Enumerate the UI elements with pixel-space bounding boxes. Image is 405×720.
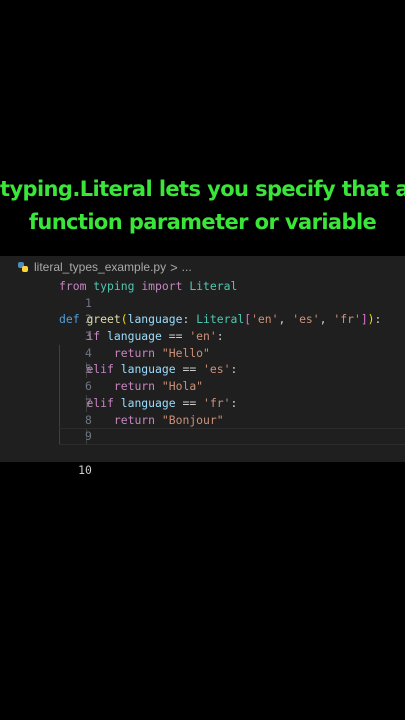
code-line: 1 from typing import Literal	[0, 278, 405, 310]
code-line: 4 if language == 'en':	[0, 328, 405, 360]
code-area[interactable]: 1 from typing import Literal 2 3 def gre…	[0, 278, 405, 477]
breadcrumb-file[interactable]: literal_types_example.py	[34, 260, 166, 274]
code-line: 6 elif language == 'es':	[0, 361, 405, 393]
caption-overlay: typing.Literal lets you specify that a f…	[0, 173, 405, 239]
python-file-icon	[18, 262, 28, 272]
code-line: 3 def greet(language: Literal['en', 'es'…	[0, 311, 405, 343]
code-line-current[interactable]: 10	[0, 428, 405, 477]
code-line: 8 elif language == 'fr':	[0, 395, 405, 427]
caption-line-2: function parameter or variable	[28, 210, 377, 234]
breadcrumb-more[interactable]: ...	[182, 260, 192, 274]
code-line: 9 return "Bonjour"	[0, 412, 405, 444]
current-line-highlight	[59, 428, 405, 446]
code-line: 7 return "Hola"	[0, 378, 405, 410]
line-number: 10	[78, 462, 92, 477]
code-editor[interactable]: literal_types_example.py > ... 1 from ty…	[0, 256, 405, 477]
code-line: 5 return "Hello"	[0, 345, 405, 377]
video-frame: typing.Literal lets you specify that a f…	[0, 0, 405, 720]
chevron-right-icon: >	[170, 259, 178, 275]
code-line: 2	[0, 295, 405, 326]
caption-line-1: typing.Literal lets you specify that a	[0, 177, 405, 201]
breadcrumb[interactable]: literal_types_example.py > ...	[0, 256, 405, 278]
